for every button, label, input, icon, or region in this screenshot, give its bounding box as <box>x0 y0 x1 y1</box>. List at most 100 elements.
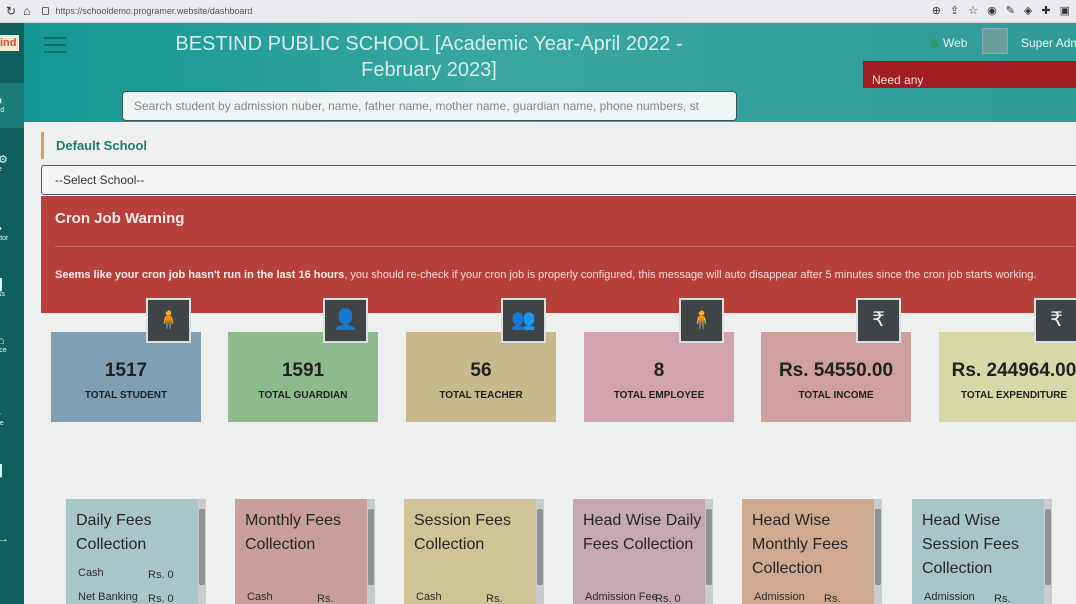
address-bar[interactable]: https://schooldemo.programer.website/das… <box>42 6 252 16</box>
fee-row-label: Admission <box>754 591 805 603</box>
user-name[interactable]: Super Adm <box>1021 36 1076 50</box>
fee-card-title: Daily Fees Collection <box>76 512 152 553</box>
fee-card-title: Head Wise Session Fees Collection <box>922 512 1019 577</box>
fee-row-value: Rs. 49500.00 <box>486 593 503 604</box>
sidebar-item-more[interactable]: →e <box>0 533 24 552</box>
warning-title: Cron Job Warning <box>55 210 185 227</box>
fee-row-label: Cash <box>78 567 104 579</box>
fee-collection-card: Head Wise Monthly Fees Collection Admissi… <box>742 499 882 604</box>
guardian-icon: 👤 <box>323 298 368 343</box>
sidebar-item-class[interactable]: ▌ass <box>0 279 24 298</box>
browser-toolbar: ↻ ⌂ https://schooldemo.programer.website… <box>0 0 1076 23</box>
fee-row-label: Admission <box>924 591 975 603</box>
fee-row-value: Rs. 0 <box>655 593 681 604</box>
fee-row-value: Rs. <box>994 593 1011 604</box>
fee-collection-card: Session Fees Collection Cash Rs. 49500.00 <box>404 499 544 604</box>
school-select[interactable]: --Select School-- <box>41 165 1076 195</box>
scrollbar-thumb[interactable] <box>706 509 712 585</box>
stat-value: Rs. 54550.00 <box>778 360 894 381</box>
sidebar-item-administrator[interactable]: •rator <box>0 223 24 242</box>
top-header: BESTIND PUBLIC SCHOOL [Academic Year-Apr… <box>24 23 1076 122</box>
fee-row-value: Rs. 30440.00 <box>317 593 334 604</box>
fee-row-value: Rs. 0 <box>148 569 174 581</box>
zoom-icon[interactable]: ⊕ <box>932 4 941 17</box>
sidebar-item-office[interactable]: ⌂ffice <box>0 335 24 354</box>
search-input[interactable]: Search student by admission nuber, name,… <box>122 91 737 121</box>
stat-value: 8 <box>653 360 665 381</box>
lock-icon <box>42 7 50 15</box>
pen-icon[interactable]: ✎ <box>1006 4 1015 17</box>
child-icon: 🧍 <box>146 298 191 343</box>
fee-collection-card: Monthly Fees Collection Cash Rs. 30440.00 <box>235 499 375 604</box>
scrollbar-thumb[interactable] <box>368 509 374 585</box>
stat-card[interactable]: 🧍 8 TOTAL EMPLOYEE <box>584 298 734 422</box>
fee-row-label: Net Banking <box>78 591 138 603</box>
scrollbar-thumb[interactable] <box>1045 509 1051 585</box>
fee-collection-card: Head Wise Session Fees Collection Admissi… <box>912 499 1052 604</box>
translate-icon[interactable]: ◈ <box>1024 4 1032 17</box>
stat-card[interactable]: 👥 56 TOTAL TEACHER <box>406 298 556 422</box>
stat-label: TOTAL EXPENDITURE <box>960 390 1068 401</box>
sidebar-item-settings[interactable]: ⚙ge <box>0 153 24 173</box>
section-title: Default School <box>41 132 147 159</box>
puzzle-icon[interactable]: ✚ <box>1041 4 1050 17</box>
fee-row-value: Rs. <box>824 593 841 604</box>
logo: ind <box>0 35 19 51</box>
fee-collection-card: Head Wise Daily Fees Collection Admission… <box>573 499 713 604</box>
scrollbar[interactable] <box>367 499 375 604</box>
scrollbar[interactable] <box>705 499 713 604</box>
stat-label: TOTAL STUDENT <box>84 390 168 401</box>
fee-row-value: Rs. 0 <box>148 593 174 604</box>
scrollbar-thumb[interactable] <box>199 509 205 585</box>
sidebar: ind ◐ard ⚙ge •rator ▌ass ⌂ffice ·rce ▌k … <box>0 23 24 604</box>
stat-card[interactable]: ₹ Rs. 244964.00 TOTAL EXPENDITURE <box>939 298 1076 422</box>
share-icon[interactable]: ⇪ <box>950 4 959 17</box>
stat-card[interactable]: ₹ Rs. 54550.00 TOTAL INCOME <box>761 298 911 422</box>
rupee-icon: ₹ <box>856 298 901 343</box>
help-banner[interactable]: Need any <box>863 61 1076 88</box>
sidebar-item-book[interactable]: ▌k <box>0 465 24 484</box>
user-icon: • <box>0 223 24 235</box>
scrollbar[interactable] <box>874 499 882 604</box>
fee-row-label: Cash <box>247 591 273 603</box>
cron-warning-alert: Cron Job Warning Seems like your cron jo… <box>41 196 1076 313</box>
scrollbar[interactable] <box>1044 499 1052 604</box>
book-icon: ▌ <box>0 279 6 291</box>
fee-card-title: Session Fees Collection <box>414 512 511 553</box>
sidebar-item-dashboard[interactable]: ◐ard <box>0 95 24 114</box>
warning-message-rest: , you should re-check if your cron job i… <box>344 269 1037 281</box>
fee-card-title: Head Wise Daily Fees Collection <box>583 512 702 553</box>
sidebar-item-finance[interactable]: ·rce <box>0 408 24 427</box>
dashboard-icon: ◐ <box>0 95 5 107</box>
gear-icon: ⚙ <box>0 154 8 166</box>
star-icon[interactable]: ☆ <box>968 4 978 17</box>
stat-label: TOTAL INCOME <box>798 390 874 401</box>
scrollbar[interactable] <box>198 499 206 604</box>
globe-icon <box>930 38 939 48</box>
file-icon: ▌ <box>0 465 6 477</box>
web-link-label: Web <box>943 36 968 50</box>
stat-label: TOTAL EMPLOYEE <box>613 390 705 401</box>
scrollbar-thumb[interactable] <box>875 509 881 585</box>
school-title: BESTIND PUBLIC SCHOOL [Academic Year-Apr… <box>175 33 683 81</box>
stat-card[interactable]: 👤 1591 TOTAL GUARDIAN <box>228 298 378 422</box>
reload-icon[interactable]: ↻ <box>6 4 16 18</box>
fee-row-label: Cash <box>416 591 442 603</box>
home-icon[interactable]: ⌂ <box>23 4 30 18</box>
fee-card-title: Monthly Fees Collection <box>245 512 342 553</box>
stat-label: TOTAL GUARDIAN <box>258 390 348 401</box>
arrow-icon: → <box>0 533 9 545</box>
web-link[interactable]: Web <box>930 36 967 50</box>
scrollbar-thumb[interactable] <box>537 509 543 585</box>
warning-message-bold: Seems like your cron job hasn't run in t… <box>55 269 345 281</box>
fee-card-title: Head Wise Monthly Fees Collection <box>752 512 849 577</box>
fee-row-label: Admission Fee <box>585 591 658 603</box>
stat-value: 1517 <box>104 360 148 381</box>
extension-icon[interactable]: ◉ <box>987 4 997 17</box>
avatar[interactable] <box>982 28 1008 54</box>
scrollbar[interactable] <box>536 499 544 604</box>
stat-card[interactable]: 🧍 1517 TOTAL STUDENT <box>51 298 201 422</box>
hamburger-menu-icon[interactable] <box>44 37 66 53</box>
stat-value: Rs. 244964.00 <box>951 360 1076 381</box>
panel-icon[interactable]: ▣ <box>1060 4 1070 17</box>
